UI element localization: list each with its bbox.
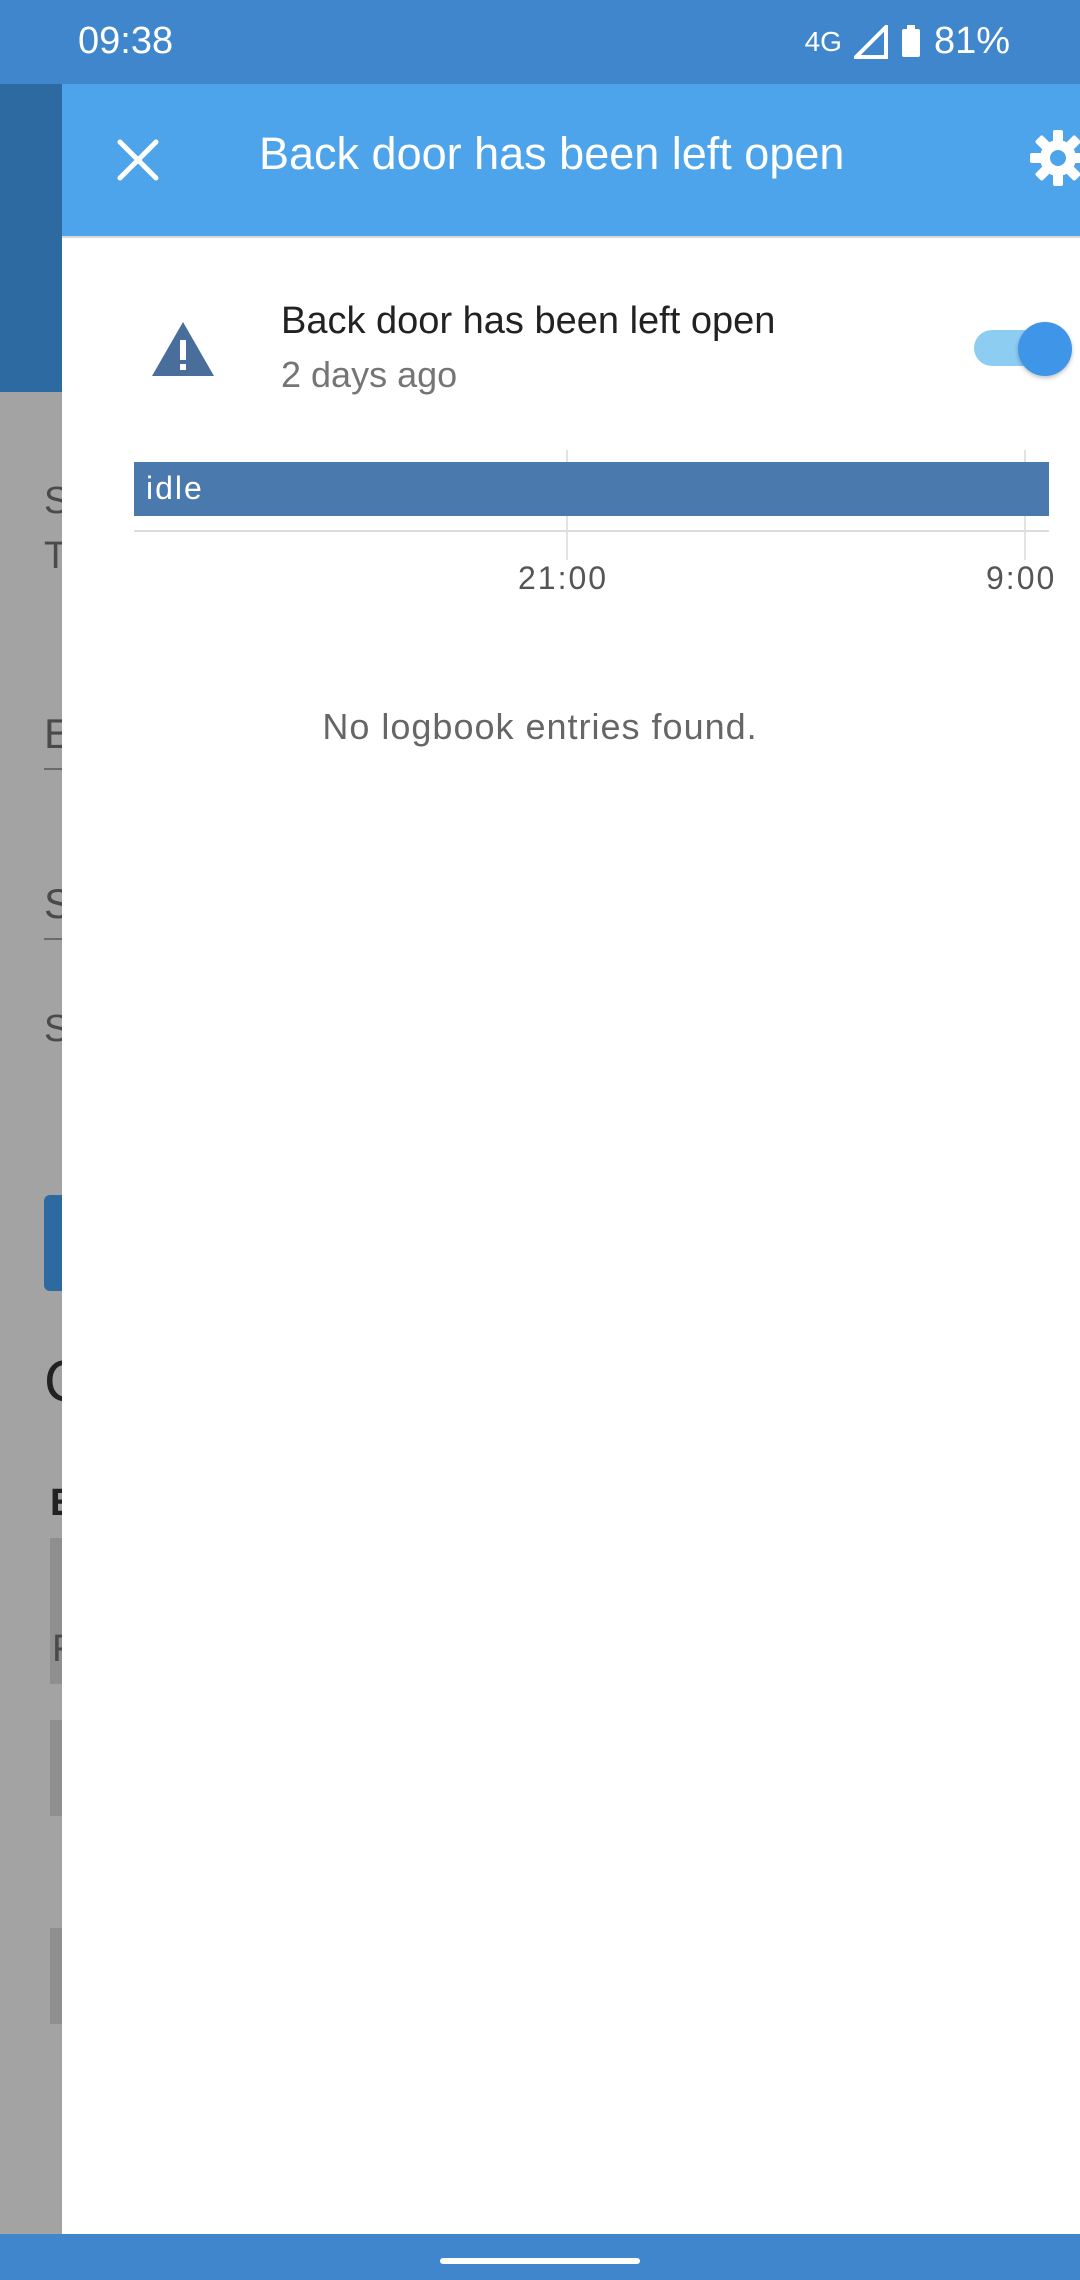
more-info-dialog <box>62 84 1080 2234</box>
background-box <box>50 1720 62 1816</box>
battery-icon <box>901 24 920 57</box>
timeline-bar[interactable] <box>134 462 1049 516</box>
entity-toggle-thumb[interactable] <box>1018 322 1072 376</box>
network-type: 4G <box>804 25 842 57</box>
navigation-bar <box>0 2234 1080 2280</box>
timeline-state-label: idle <box>146 470 204 506</box>
alert-icon <box>152 322 214 376</box>
close-icon[interactable] <box>110 132 166 188</box>
status-time: 09:38 <box>78 20 174 62</box>
battery-level: 81% <box>933 20 1010 62</box>
logbook-empty-message: No logbook entries found. <box>322 706 758 747</box>
timeline-axis <box>134 530 1049 532</box>
background-divider <box>44 768 62 770</box>
signal-icon <box>853 24 888 59</box>
gear-icon[interactable] <box>1028 128 1080 188</box>
background-button <box>44 1195 62 1291</box>
gesture-handle[interactable] <box>440 2258 640 2264</box>
dialog-title: Back door has been left open <box>259 128 845 179</box>
background-box <box>50 1928 62 2024</box>
status-indicators: 4G 81% <box>805 20 1010 63</box>
timeline-tick-label: 9:00 <box>986 560 1057 596</box>
background-header <box>0 84 62 392</box>
entity-name: Back door has been left open <box>281 300 776 342</box>
entity-last-changed: 2 days ago <box>281 354 458 395</box>
timeline-tick-label: 21:00 <box>518 560 609 596</box>
background-divider <box>44 938 62 940</box>
